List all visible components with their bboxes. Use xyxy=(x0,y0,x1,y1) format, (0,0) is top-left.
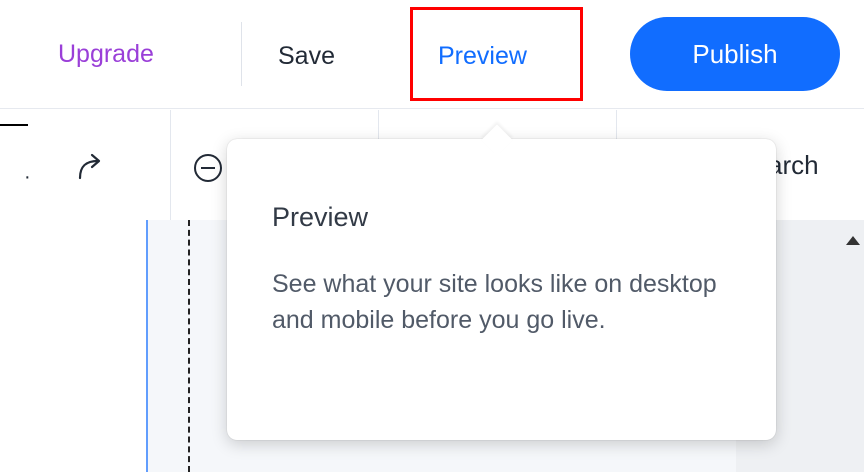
preview-highlight-box xyxy=(410,7,583,101)
redo-icon[interactable] xyxy=(70,150,110,184)
gridline-dashed xyxy=(188,220,190,472)
zoom-out-icon[interactable] xyxy=(190,150,226,186)
tooltip-description: See what your site looks like on desktop… xyxy=(272,270,717,334)
tooltip-title: Preview xyxy=(272,202,369,232)
toolbar-divider xyxy=(170,110,171,220)
section-guide-line xyxy=(146,220,148,472)
toolbar-underline xyxy=(0,124,28,126)
scroll-up-icon[interactable] xyxy=(846,236,860,245)
upgrade-link[interactable]: Upgrade xyxy=(58,34,154,74)
canvas-left-area xyxy=(0,220,146,472)
save-button[interactable]: Save xyxy=(278,36,335,76)
header-divider xyxy=(241,22,242,86)
publish-button[interactable]: Publish xyxy=(630,17,840,91)
undo-icon[interactable]: · xyxy=(24,166,31,189)
